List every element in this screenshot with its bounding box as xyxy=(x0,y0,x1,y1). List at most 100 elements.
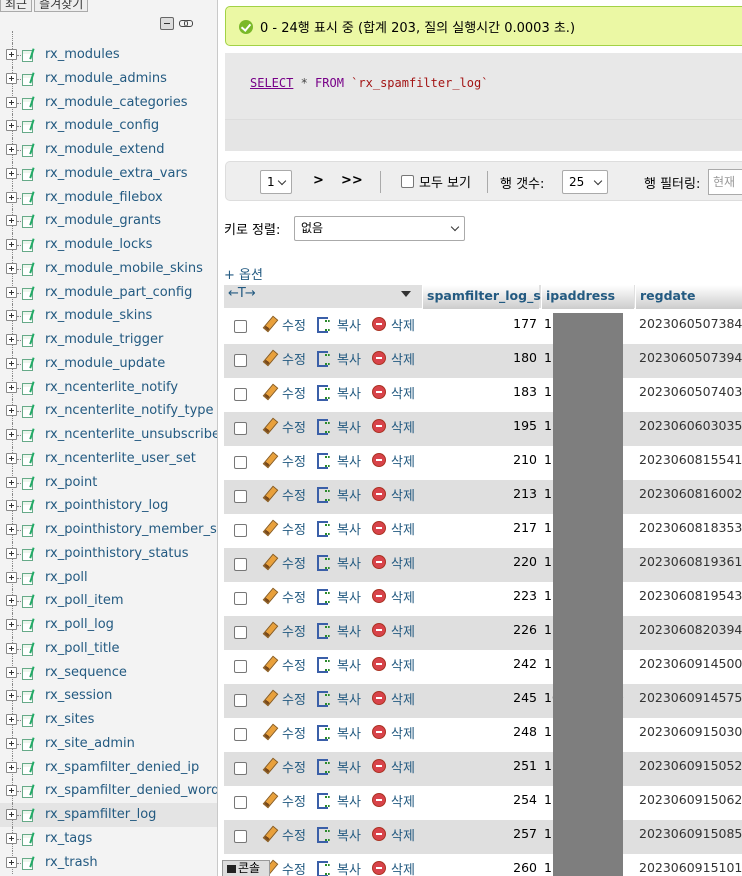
sort-key-select[interactable]: 없음 xyxy=(294,216,465,241)
delete-link[interactable]: 삭제 xyxy=(391,383,415,402)
copy-icon[interactable] xyxy=(316,384,332,401)
expand-icon[interactable] xyxy=(6,737,17,749)
show-all-label[interactable]: 모두 보기 xyxy=(419,172,471,191)
expand-icon[interactable] xyxy=(6,547,17,559)
nav-table-item[interactable]: rx_ncenterlite_notify xyxy=(0,375,217,400)
delete-icon[interactable] xyxy=(372,793,386,807)
copy-icon[interactable] xyxy=(316,350,332,367)
table-name-link[interactable]: rx_module_grants xyxy=(45,213,161,228)
expand-icon[interactable] xyxy=(6,452,17,464)
delete-link[interactable]: 삭제 xyxy=(391,587,415,606)
table-structure-icon[interactable] xyxy=(22,404,36,419)
table-name-link[interactable]: rx_ncenterlite_unsubscribe xyxy=(45,427,217,442)
cell-srl[interactable]: 248 xyxy=(422,724,537,739)
expand-icon[interactable] xyxy=(6,666,17,678)
edit-link[interactable]: 수정 xyxy=(282,383,306,402)
nav-table-item[interactable]: rx_ncenterlite_unsubscribe xyxy=(0,423,217,447)
expand-icon[interactable] xyxy=(6,429,17,440)
table-structure-icon[interactable] xyxy=(22,262,36,276)
table-structure-icon[interactable] xyxy=(22,428,36,442)
cell-regdate[interactable]: 20230609150852 xyxy=(639,826,742,841)
nav-table-item[interactable]: rx_module_update xyxy=(0,351,217,376)
copy-icon[interactable] xyxy=(316,690,332,707)
table-structure-icon[interactable] xyxy=(22,96,36,110)
table-name-link[interactable]: rx_ncenterlite_user_set xyxy=(45,451,196,466)
expand-icon[interactable] xyxy=(6,690,17,702)
delete-link[interactable]: 삭제 xyxy=(391,859,415,876)
expand-icon[interactable] xyxy=(6,144,17,155)
table-structure-icon[interactable] xyxy=(22,547,36,561)
last-page-button[interactable]: >> xyxy=(341,173,363,188)
cell-srl[interactable]: 251 xyxy=(422,758,537,773)
nav-table-item[interactable]: rx_module_extra_vars xyxy=(0,161,217,186)
expand-icon[interactable] xyxy=(6,357,17,369)
delete-icon[interactable] xyxy=(372,385,386,399)
copy-link[interactable]: 복사 xyxy=(337,859,361,876)
expand-icon[interactable] xyxy=(6,96,17,108)
nav-table-item[interactable]: rx_module_grants xyxy=(0,209,217,233)
edit-link[interactable]: 수정 xyxy=(282,791,306,810)
copy-icon[interactable] xyxy=(316,622,332,639)
pencil-icon[interactable] xyxy=(261,452,277,468)
cell-srl[interactable]: 257 xyxy=(422,826,537,841)
delete-icon[interactable] xyxy=(372,317,386,331)
nav-table-item[interactable]: rx_pointhistory_log xyxy=(0,494,217,518)
nav-table-item[interactable]: rx_modules xyxy=(0,43,217,67)
page-select[interactable]: 1 xyxy=(260,170,292,194)
tab-favorites[interactable]: 즐겨찾기 xyxy=(34,0,89,12)
options-link[interactable]: + 옵션 xyxy=(224,264,263,283)
edit-link[interactable]: 수정 xyxy=(282,349,306,368)
table-name-link[interactable]: rx_module_mobile_skins xyxy=(45,261,203,276)
table-name-link[interactable]: rx_poll xyxy=(45,570,88,585)
pencil-icon[interactable] xyxy=(261,656,277,672)
show-all-checkbox[interactable] xyxy=(401,175,414,188)
sql-query-area[interactable]: SELECT * FROM `rx_spamfilter_log` xyxy=(225,53,742,120)
copy-link[interactable]: 복사 xyxy=(337,655,361,674)
expand-icon[interactable] xyxy=(6,286,17,298)
table-structure-icon[interactable] xyxy=(22,523,36,537)
table-name-link[interactable]: rx_point xyxy=(45,475,97,490)
column-header-ipaddress[interactable]: ipaddress xyxy=(541,285,634,309)
delete-link[interactable]: 삭제 xyxy=(391,655,415,674)
table-name-link[interactable]: rx_module_locks xyxy=(45,237,152,252)
copy-icon[interactable] xyxy=(316,316,332,333)
table-name-link[interactable]: rx_pointhistory_member_status xyxy=(45,522,217,537)
table-structure-icon[interactable] xyxy=(22,618,36,632)
edit-link[interactable]: 수정 xyxy=(282,519,306,538)
expand-icon[interactable] xyxy=(6,809,17,820)
cell-srl[interactable]: 180 xyxy=(422,350,537,365)
table-structure-icon[interactable] xyxy=(22,357,36,371)
delete-icon[interactable] xyxy=(372,827,386,841)
copy-link[interactable]: 복사 xyxy=(337,791,361,810)
table-name-link[interactable]: rx_spamfilter_denied_ip xyxy=(45,760,199,775)
nav-table-item[interactable]: rx_sites xyxy=(0,708,217,732)
pencil-icon[interactable] xyxy=(261,622,277,638)
copy-link[interactable]: 복사 xyxy=(337,349,361,368)
cell-srl[interactable]: 226 xyxy=(422,622,537,637)
link-with-main-icon[interactable] xyxy=(179,18,193,28)
edit-link[interactable]: 수정 xyxy=(282,587,306,606)
delete-link[interactable]: 삭제 xyxy=(391,451,415,470)
cell-regdate[interactable]: 20230608195432 xyxy=(639,588,742,603)
copy-link[interactable]: 복사 xyxy=(337,451,361,470)
row-checkbox[interactable] xyxy=(234,728,247,741)
pencil-icon[interactable] xyxy=(261,588,277,604)
column-header-regdate[interactable]: regdate xyxy=(635,285,742,309)
nav-table-item[interactable]: rx_pointhistory_status xyxy=(0,541,217,566)
edit-link[interactable]: 수정 xyxy=(282,655,306,674)
table-name-link[interactable]: rx_pointhistory_log xyxy=(45,498,168,513)
copy-icon[interactable] xyxy=(316,758,332,775)
expand-icon[interactable] xyxy=(6,595,17,607)
table-structure-icon[interactable] xyxy=(22,761,36,775)
table-name-link[interactable]: rx_module_update xyxy=(45,356,165,371)
delete-icon[interactable] xyxy=(372,691,386,705)
table-name-link[interactable]: rx_poll_item xyxy=(45,593,124,608)
delete-link[interactable]: 삭제 xyxy=(391,689,415,708)
row-filter-input[interactable]: 현재 xyxy=(708,169,742,195)
expand-icon[interactable] xyxy=(6,215,17,227)
cell-srl[interactable]: 242 xyxy=(422,656,537,671)
nav-table-item[interactable]: rx_spamfilter_denied_ip xyxy=(0,755,217,780)
nav-table-item[interactable]: rx_ncenterlite_user_set xyxy=(0,446,217,471)
expand-icon[interactable] xyxy=(6,500,17,512)
cell-srl[interactable]: 260 xyxy=(422,860,537,875)
